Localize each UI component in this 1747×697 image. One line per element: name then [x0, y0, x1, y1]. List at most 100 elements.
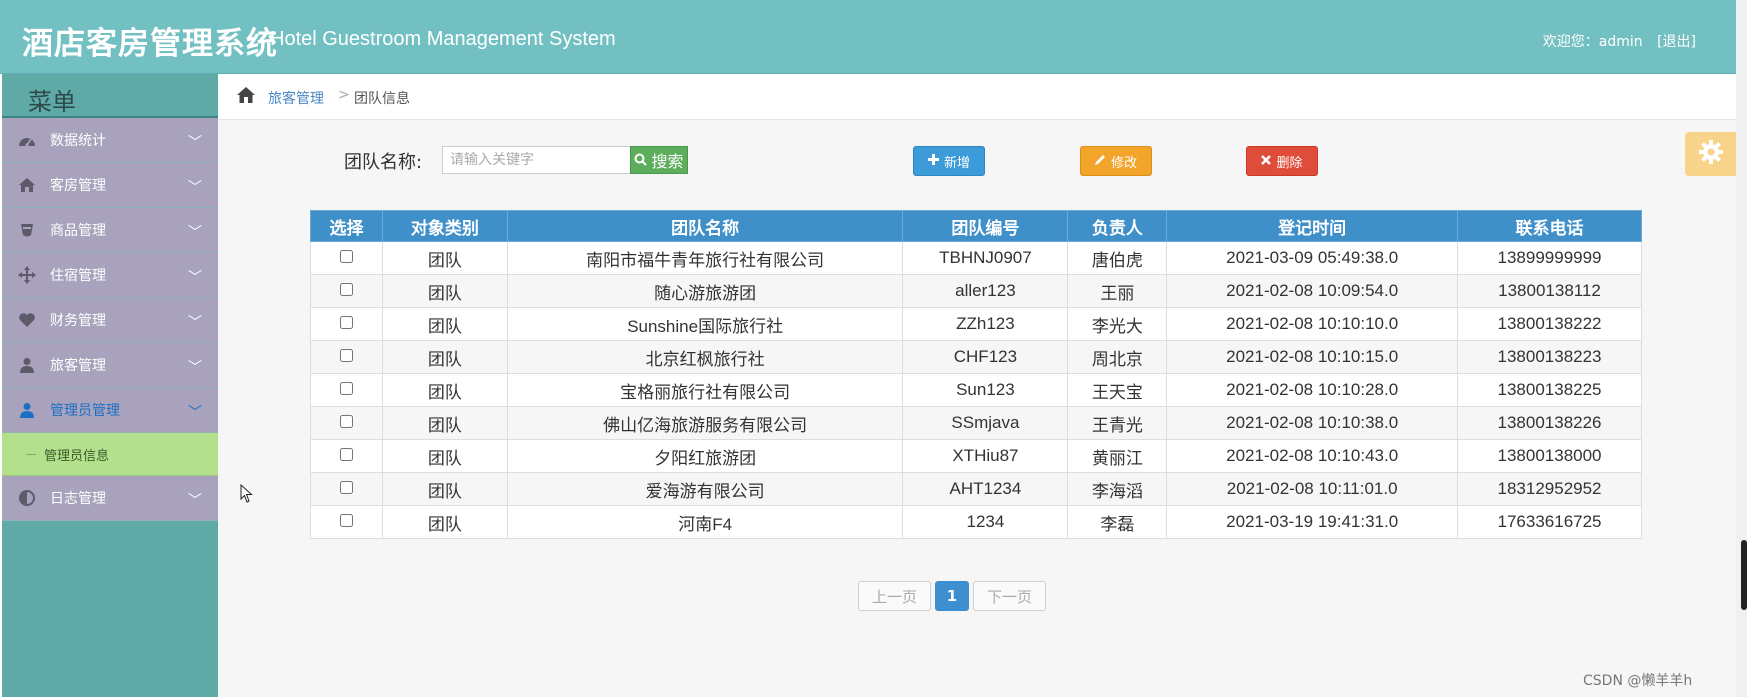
home-icon — [16, 175, 38, 195]
sidebar-item-rooms[interactable]: 客房管理 ﹀ — [2, 163, 218, 208]
phone-cell: 13800138223 — [1457, 340, 1642, 374]
sidebar-item-guests[interactable]: 旅客管理 ﹀ — [2, 343, 218, 388]
team-name-cell: 南阳市福牛青年旅行社有限公司 — [506, 241, 904, 275]
chevron-down-icon: ﹀ — [188, 493, 202, 509]
table-row[interactable]: 团队 爱海游有限公司 AHT1234 李海滔 2021-02-08 10:11:… — [310, 472, 1642, 506]
select-cell — [310, 373, 383, 407]
page-number-button[interactable]: 1 — [935, 581, 969, 611]
sidebar-subitem-admin-info[interactable]: 管理员信息 — [2, 433, 218, 476]
dashboard-icon — [16, 130, 38, 150]
sidebar-item-admins[interactable]: 管理员管理 ﹀ — [2, 388, 218, 433]
row-checkbox[interactable] — [339, 415, 353, 428]
adjust-icon — [16, 488, 38, 508]
table-row[interactable]: 团队 北京红枫旅行社 CHF123 周北京 2021-02-08 10:10:1… — [310, 340, 1642, 374]
gear-icon — [1698, 139, 1724, 169]
column-header: 对象类别 — [381, 210, 508, 242]
select-cell — [310, 472, 383, 506]
row-checkbox[interactable] — [339, 514, 353, 527]
row-checkbox[interactable] — [339, 382, 353, 395]
sidebar-item-label: 商品管理 — [50, 223, 106, 239]
glass-icon — [16, 220, 38, 240]
table-row[interactable]: 团队 河南F4 1234 李磊 2021-03-19 19:41:31.0 17… — [310, 505, 1642, 539]
type-cell: 团队 — [381, 373, 508, 407]
row-checkbox[interactable] — [339, 250, 353, 263]
home-icon[interactable] — [236, 86, 256, 104]
top-header: 酒店客房管理系统 Hotel Guestroom Management Syst… — [0, 0, 1736, 74]
register-time-cell: 2021-02-08 10:11:01.0 — [1166, 472, 1459, 506]
table-row[interactable]: 团队 Sunshine国际旅行社 ZZh123 李光大 2021-02-08 1… — [310, 307, 1642, 341]
sidebar-item-label: 客房管理 — [50, 178, 106, 194]
table-row[interactable]: 团队 夕阳红旅游团 XTHiu87 黄丽江 2021-02-08 10:10:4… — [310, 439, 1642, 473]
breadcrumb: 旅客管理 > 团队信息 — [218, 74, 1736, 120]
pagination: 上一页 1 下一页 — [858, 581, 1046, 611]
page-scrollbar[interactable] — [1736, 0, 1747, 697]
register-time-cell: 2021-02-08 10:10:38.0 — [1166, 406, 1459, 440]
heart-icon — [16, 310, 38, 330]
type-cell: 团队 — [381, 472, 508, 506]
row-checkbox[interactable] — [339, 283, 353, 296]
team-code-cell: 1234 — [902, 505, 1069, 539]
type-cell: 团队 — [381, 505, 508, 539]
chevron-down-icon: ﹀ — [188, 405, 202, 421]
phone-cell: 13899999999 — [1457, 241, 1642, 275]
type-cell: 团队 — [381, 340, 508, 374]
phone-cell: 18312952952 — [1457, 472, 1642, 506]
chevron-down-icon: ﹀ — [188, 225, 202, 241]
search-input[interactable] — [442, 146, 632, 174]
leader-cell: 李海滔 — [1067, 472, 1168, 506]
table-row[interactable]: 团队 南阳市福牛青年旅行社有限公司 TBHNJ0907 唐伯虎 2021-03-… — [310, 241, 1642, 275]
sidebar-item-label: 数据统计 — [50, 133, 106, 149]
row-checkbox[interactable] — [339, 448, 353, 461]
register-time-cell: 2021-02-08 10:10:10.0 — [1166, 307, 1459, 341]
team-code-cell: Sun123 — [902, 373, 1069, 407]
row-checkbox[interactable] — [339, 349, 353, 362]
team-name-cell: Sunshine国际旅行社 — [506, 307, 904, 341]
settings-button[interactable] — [1685, 132, 1736, 176]
sidebar-item-logs[interactable]: 日志管理 ﹀ — [2, 476, 218, 521]
sidebar-item-finance[interactable]: 财务管理 ﹀ — [2, 298, 218, 343]
register-time-cell: 2021-02-08 10:09:54.0 — [1166, 274, 1459, 308]
sidebar-item-lodging[interactable]: 住宿管理 ﹀ — [2, 253, 218, 298]
prev-page-button[interactable]: 上一页 — [858, 581, 931, 611]
team-name-cell: 爱海游有限公司 — [506, 472, 904, 506]
team-code-cell: SSmjava — [902, 406, 1069, 440]
table-row[interactable]: 团队 随心游旅游团 aller123 王丽 2021-02-08 10:09:5… — [310, 274, 1642, 308]
table-row[interactable]: 团队 佛山亿海旅游服务有限公司 SSmjava 王青光 2021-02-08 1… — [310, 406, 1642, 440]
sidebar-item-goods[interactable]: 商品管理 ﹀ — [2, 208, 218, 253]
add-button-label: 新增 — [943, 155, 970, 171]
add-button[interactable]: 新增 — [913, 146, 985, 176]
phone-cell: 13800138112 — [1457, 274, 1642, 308]
move-icon — [16, 265, 38, 285]
row-checkbox[interactable] — [339, 316, 353, 329]
next-page-button[interactable]: 下一页 — [973, 581, 1046, 611]
phone-cell: 13800138000 — [1457, 439, 1642, 473]
column-header: 团队编号 — [902, 210, 1069, 242]
select-cell — [310, 406, 383, 440]
register-time-cell: 2021-02-08 10:10:28.0 — [1166, 373, 1459, 407]
chevron-down-icon: ﹀ — [188, 180, 202, 196]
select-cell — [310, 340, 383, 374]
breadcrumb-parent[interactable]: 旅客管理 — [268, 88, 324, 108]
column-header: 选择 — [310, 210, 383, 242]
search-button[interactable]: 搜索 — [630, 146, 688, 174]
scrollbar-thumb[interactable] — [1741, 540, 1747, 610]
app-title-en: Hotel Guestroom Management System — [270, 28, 616, 50]
sidebar-item-statistics[interactable]: 数据统计 ﹀ — [2, 118, 218, 163]
logout-link[interactable]: [退出] — [1657, 34, 1696, 50]
type-cell: 团队 — [381, 439, 508, 473]
team-name-cell: 随心游旅游团 — [506, 274, 904, 308]
register-time-cell: 2021-03-19 19:41:31.0 — [1166, 505, 1459, 539]
delete-button[interactable]: 删除 — [1246, 146, 1318, 176]
register-time-cell: 2021-03-09 05:49:38.0 — [1166, 241, 1459, 275]
table-row[interactable]: 团队 宝格丽旅行社有限公司 Sun123 王天宝 2021-02-08 10:1… — [310, 373, 1642, 407]
row-checkbox[interactable] — [339, 481, 353, 494]
edit-button[interactable]: 修改 — [1080, 146, 1152, 176]
chevron-down-icon: ﹀ — [188, 270, 202, 286]
search-label: 团队名称: — [344, 152, 423, 173]
sidebar-item-label: 住宿管理 — [50, 268, 106, 284]
select-cell — [310, 505, 383, 539]
mouse-cursor-icon — [240, 483, 254, 504]
team-name-cell: 北京红枫旅行社 — [506, 340, 904, 374]
sidebar-item-label: 日志管理 — [50, 491, 106, 507]
select-cell — [310, 274, 383, 308]
